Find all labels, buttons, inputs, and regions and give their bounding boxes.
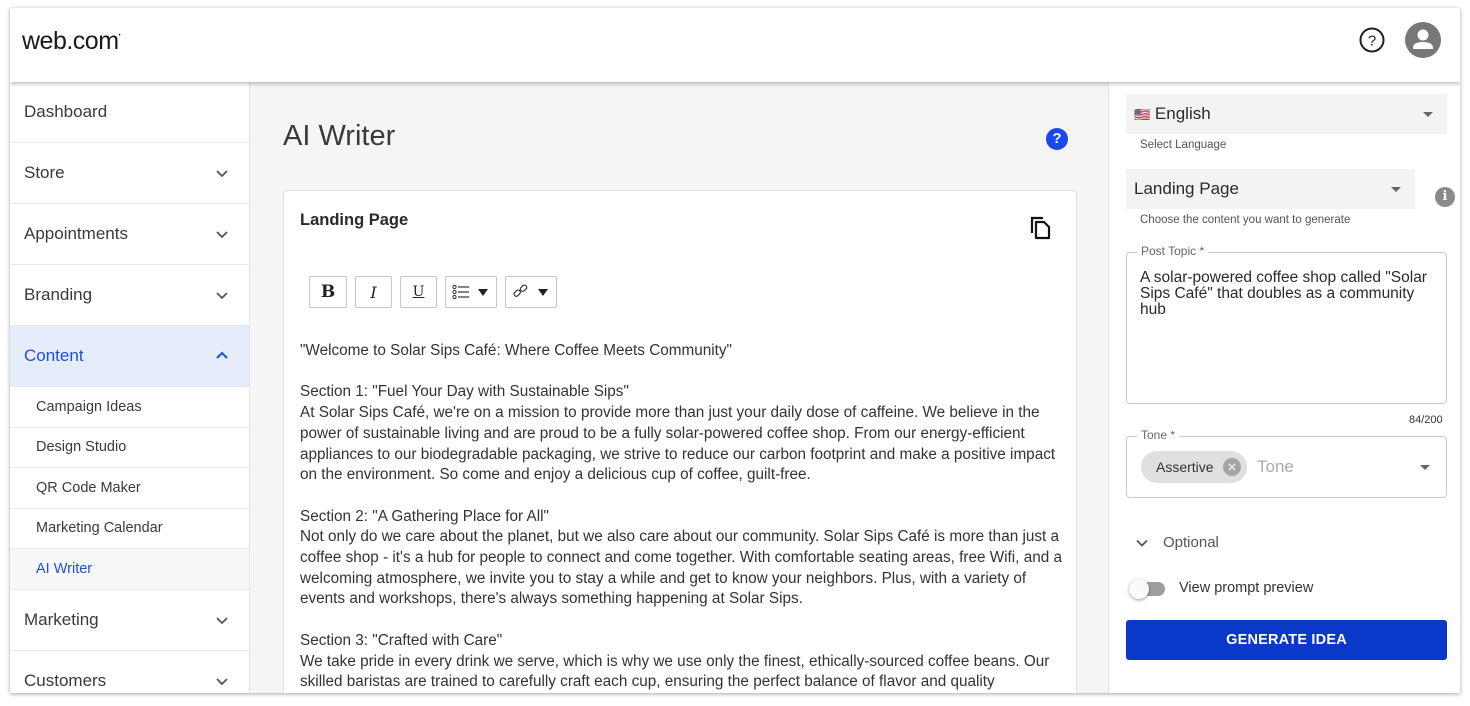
sidebar-subitem-label: QR Code Maker	[36, 479, 141, 496]
sidebar-item-label: Appointments	[24, 224, 128, 243]
card-title: Landing Page	[300, 211, 409, 229]
post-topic-field[interactable]: Post Topic * A solar-powered coffee shop…	[1126, 244, 1447, 404]
bulleted-list-icon	[452, 284, 469, 300]
chevron-up-icon	[216, 351, 228, 359]
link-dropdown-button[interactable]	[505, 276, 557, 308]
chevron-down-icon	[216, 616, 228, 624]
tone-chip: Assertive	[1141, 451, 1247, 483]
content-paragraph: Section 1: "Fuel Your Day with Sustainab…	[300, 383, 1056, 484]
sidebar-item-label: Branding	[24, 285, 93, 304]
logo[interactable]: web.com•	[22, 27, 121, 56]
content-type-helper-text: Choose the content you want to generate	[1140, 214, 1351, 226]
post-topic-input[interactable]: A solar-powered coffee shop called "Sola…	[1140, 270, 1432, 318]
generate-idea-button[interactable]: GENERATE IDEA	[1126, 620, 1447, 660]
post-topic-label: Post Topic *	[1137, 244, 1209, 258]
sidebar-item-label: Content	[24, 346, 84, 365]
sidebar-item-dashboard[interactable]: Dashboard	[10, 82, 249, 143]
sidebar-subitem-label: AI Writer	[36, 560, 93, 577]
language-label: English	[1154, 104, 1211, 123]
sidebar-subitem-label: Design Studio	[36, 439, 127, 456]
character-counter: 84/200	[1409, 414, 1443, 426]
content-type-select[interactable]: Landing Page	[1126, 169, 1415, 209]
svg-text:?: ?	[1368, 33, 1376, 50]
chevron-down-icon	[216, 170, 228, 178]
settings-panel: 🇺🇸 English Select Language Landing Page …	[1108, 82, 1460, 693]
page-title: AI Writer	[283, 120, 396, 152]
content-paragraph: Section 3: "Crafted with Care" We take p…	[300, 631, 1050, 691]
sidebar-subitem-label: Campaign Ideas	[36, 398, 142, 415]
sidebar-subitem-ai-writer[interactable]: AI Writer	[10, 549, 249, 590]
editor-toolbar: B I U	[309, 276, 557, 308]
sidebar-nav: Dashboard Store Appointments Branding Co…	[10, 82, 250, 693]
editor-content[interactable]: "Welcome to Solar Sips Café: Where Coffe…	[300, 341, 1070, 693]
sidebar-item-label: Store	[24, 163, 65, 182]
sidebar-subitem-label: Marketing Calendar	[36, 520, 163, 537]
language-value: 🇺🇸 English	[1134, 104, 1211, 124]
prompt-preview-toggle[interactable]	[1129, 579, 1165, 599]
user-avatar-icon[interactable]	[1405, 22, 1441, 58]
underline-button[interactable]: U	[400, 276, 437, 308]
sidebar-item-label: Customers	[24, 670, 107, 690]
sidebar-item-label: Marketing	[24, 609, 99, 629]
dropdown-arrow-icon[interactable]	[1420, 465, 1430, 470]
chevron-down-icon	[216, 677, 228, 685]
sidebar-item-customers[interactable]: Customers	[10, 651, 249, 694]
link-icon	[513, 284, 528, 297]
optional-section-toggle[interactable]: Optional	[1135, 534, 1219, 551]
dropdown-arrow-icon	[478, 288, 488, 296]
chevron-down-icon	[216, 292, 228, 300]
help-circle-filled-icon[interactable]: ?	[1046, 128, 1068, 150]
chevron-down-icon	[1136, 539, 1148, 547]
generated-content-card: Landing Page B I U "Welcome to Solar Sip…	[283, 190, 1077, 693]
toggle-knob	[1129, 579, 1149, 599]
content-paragraph: Section 2: "A Gathering Place for All" N…	[300, 507, 1062, 608]
bold-button[interactable]: B	[309, 276, 347, 308]
sidebar-item-appointments[interactable]: Appointments	[10, 204, 249, 265]
tone-chip-label: Assertive	[1156, 459, 1214, 475]
sidebar-subitem-campaign-ideas[interactable]: Campaign Ideas	[10, 387, 249, 428]
italic-button[interactable]: I	[355, 276, 392, 308]
remove-chip-icon[interactable]	[1223, 458, 1241, 476]
dropdown-arrow-icon	[538, 288, 548, 296]
sidebar-subitem-design-studio[interactable]: Design Studio	[10, 428, 249, 468]
prompt-preview-label: View prompt preview	[1179, 580, 1314, 596]
tone-label: Tone *	[1137, 428, 1180, 442]
dropdown-arrow-icon	[1423, 111, 1433, 117]
dropdown-arrow-icon	[1391, 186, 1401, 192]
sidebar-item-store[interactable]: Store	[10, 143, 249, 204]
content-paragraph: "Welcome to Solar Sips Café: Where Coffe…	[300, 342, 732, 359]
language-helper-text: Select Language	[1140, 139, 1227, 151]
chevron-down-icon	[216, 231, 228, 239]
help-circle-icon[interactable]: ?	[1359, 27, 1385, 53]
us-flag-icon: 🇺🇸	[1134, 107, 1151, 122]
sidebar-item-marketing[interactable]: Marketing	[10, 590, 249, 651]
language-select[interactable]: 🇺🇸 English	[1126, 94, 1447, 134]
logo-text: web.com	[22, 27, 119, 55]
tone-input[interactable]: Tone	[1257, 457, 1294, 477]
sidebar-item-content[interactable]: Content	[10, 326, 249, 387]
sidebar-subitem-marketing-calendar[interactable]: Marketing Calendar	[10, 509, 249, 549]
sidebar-item-branding[interactable]: Branding	[10, 265, 249, 326]
list-dropdown-button[interactable]	[445, 276, 497, 308]
info-icon[interactable]: i	[1435, 187, 1455, 207]
tone-field[interactable]: Tone * Assertive Tone	[1126, 428, 1447, 498]
optional-label: Optional	[1163, 534, 1219, 551]
content-type-value: Landing Page	[1134, 179, 1239, 198]
app-window: web.com• ? Dashboard Store Appointments …	[10, 8, 1460, 693]
sidebar-subitem-qr-code-maker[interactable]: QR Code Maker	[10, 468, 249, 509]
top-header: web.com• ?	[10, 8, 1460, 82]
sidebar-item-label: Dashboard	[24, 102, 108, 121]
copy-icon[interactable]	[1029, 215, 1053, 241]
